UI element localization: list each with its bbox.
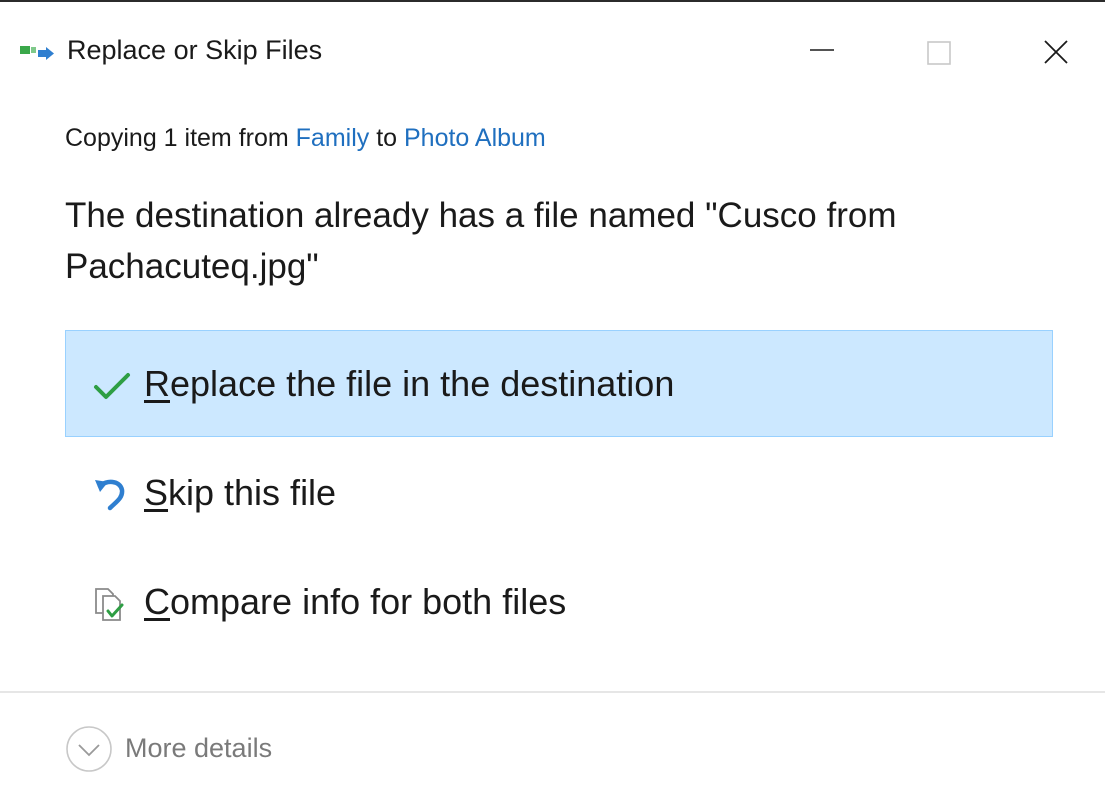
source-folder-link[interactable]: Family [296,124,370,152]
skip-undo-icon [92,476,132,516]
compare-label-rest: ompare info for both files [170,581,567,622]
replace-accelerator: R [144,363,170,404]
compare-files-option[interactable]: Compare info for both files [65,548,1053,655]
close-icon [1044,40,1068,64]
destination-folder-link[interactable]: Photo Album [404,124,546,152]
compare-files-label: Compare info for both files [144,581,566,623]
close-button[interactable] [1024,20,1088,84]
window-title: Replace or Skip Files [67,35,323,65]
conflict-message: The destination already has a file named… [65,196,897,286]
skip-file-option[interactable]: Skip this file [65,439,1053,546]
replace-file-label: Replace the file in the destination [144,363,674,405]
copy-status-line: Copying 1 item from Family to Photo Albu… [65,124,546,153]
minimize-icon [810,49,834,51]
maximize-button[interactable] [906,20,970,84]
chevron-down-circle-icon[interactable] [65,725,113,773]
compare-accelerator: C [144,581,170,622]
title-bar[interactable]: Replace or Skip Files [0,2,1105,78]
copy-status-prefix: Copying 1 item from [65,124,296,152]
dialog-footer: More details [0,693,1105,796]
copy-files-app-icon [18,42,58,62]
minimize-button[interactable] [790,20,854,84]
copy-status-middle: to [369,124,404,152]
more-details-button[interactable]: More details [125,733,272,764]
replace-label-rest: eplace the file in the destination [170,363,675,404]
checkmark-icon [92,367,132,407]
skip-file-label: Skip this file [144,472,336,514]
skip-label-rest: kip this file [168,472,337,513]
skip-accelerator: S [144,472,169,513]
replace-or-skip-dialog: Replace or Skip Files Copying 1 item fro… [0,0,1105,796]
compare-files-icon [92,585,132,625]
maximize-icon [927,41,951,65]
replace-file-option[interactable]: Replace the file in the destination [65,330,1053,437]
